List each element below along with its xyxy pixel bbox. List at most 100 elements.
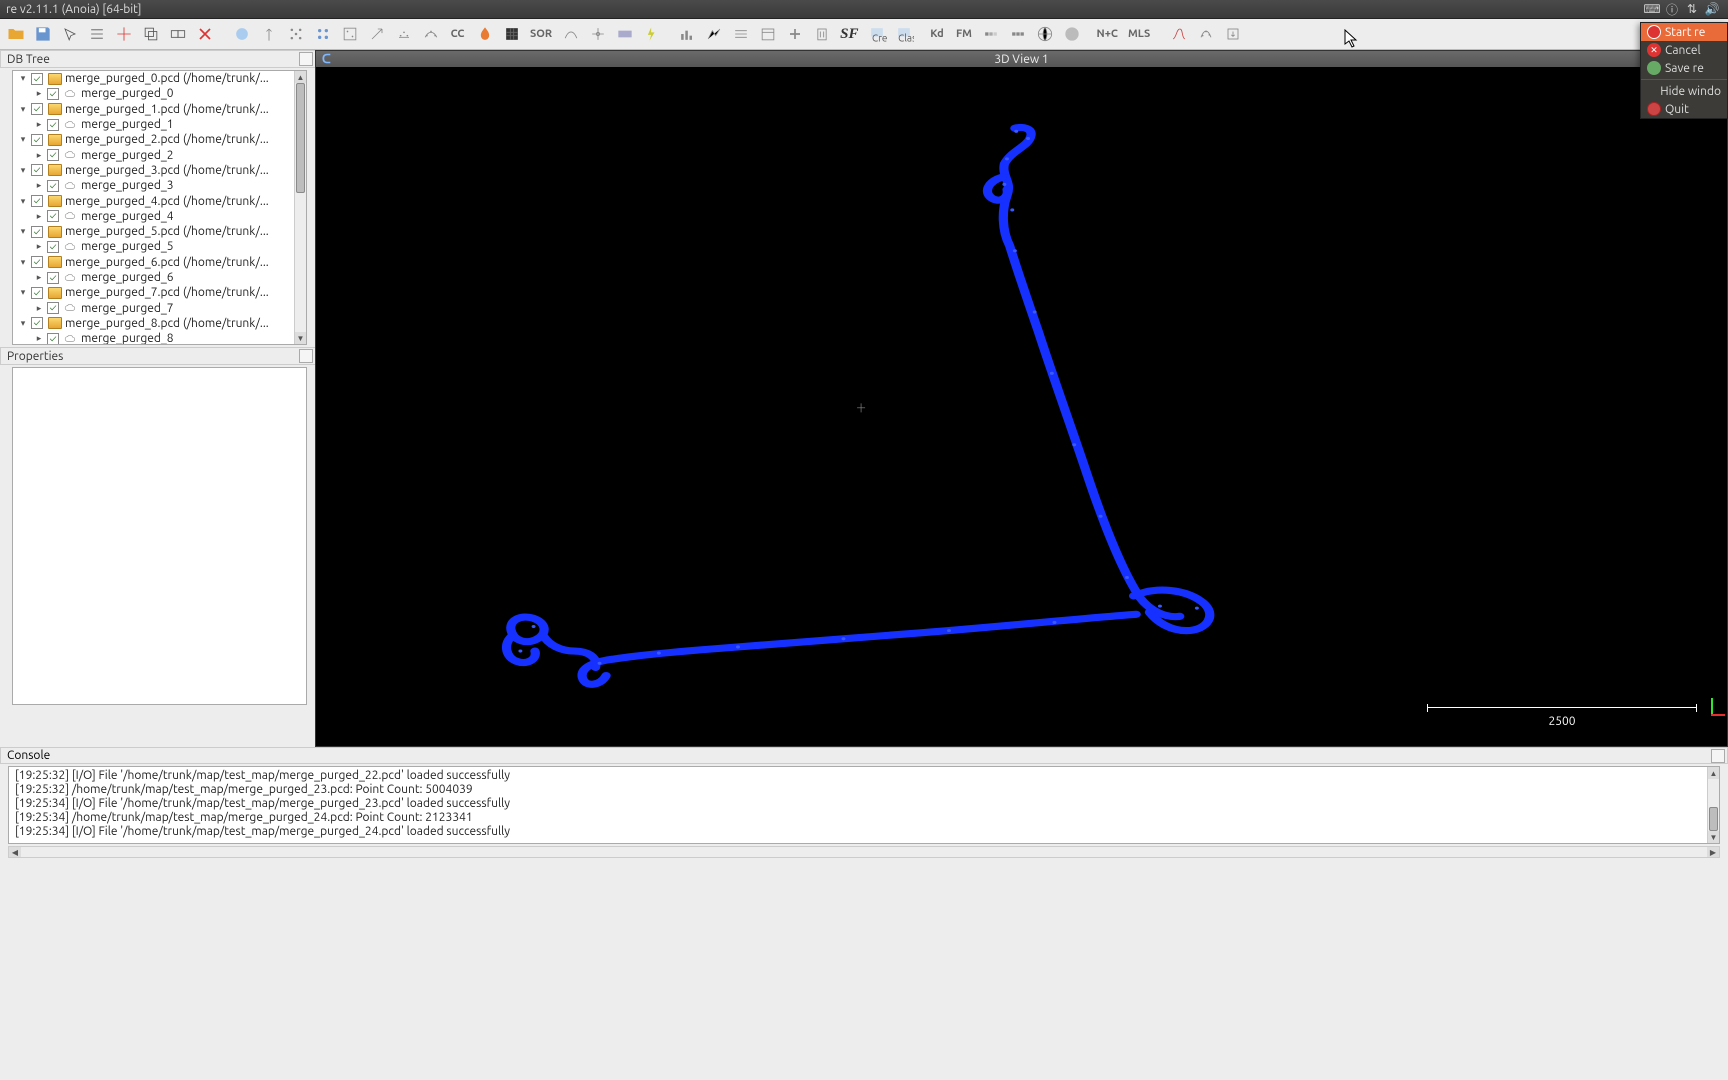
remove-icon[interactable] <box>808 21 835 48</box>
expand-icon[interactable]: ▾ <box>17 134 29 146</box>
clone-icon[interactable] <box>137 21 164 48</box>
pick-icon[interactable] <box>56 21 83 48</box>
expand-icon[interactable]: ▸ <box>33 241 45 253</box>
visibility-checkbox[interactable] <box>31 317 43 329</box>
color-icon[interactable] <box>228 21 255 48</box>
visibility-checkbox[interactable] <box>47 241 59 253</box>
menu-quit[interactable]: Quit <box>1641 100 1727 118</box>
export-icon[interactable] <box>1219 21 1246 48</box>
merge-icon[interactable] <box>164 21 191 48</box>
expand-icon[interactable]: ▾ <box>17 164 29 176</box>
visibility-checkbox[interactable] <box>31 134 43 146</box>
point-pick-icon[interactable] <box>110 21 137 48</box>
cc-button[interactable]: CC <box>444 21 471 48</box>
visibility-checkbox[interactable] <box>31 226 43 238</box>
tree-cloud-row[interactable]: ▸merge_purged_1 <box>13 117 306 132</box>
tree-cloud-row[interactable]: ▸merge_purged_0 <box>13 86 306 101</box>
tree-scrollbar[interactable]: ▲ ▼ <box>294 71 306 344</box>
3d-viewport[interactable]: + 2500 <box>315 67 1728 747</box>
fm-button[interactable]: FM <box>950 21 977 48</box>
tree-file-row[interactable]: ▾merge_purged_6.pcd (/home/trunk/... <box>13 255 306 270</box>
expand-icon[interactable]: ▾ <box>17 287 29 299</box>
scroll-up-icon[interactable]: ▲ <box>1708 767 1719 779</box>
visibility-checkbox[interactable] <box>47 272 59 284</box>
bottom-scrollbar[interactable]: ◀ ▶ <box>8 846 1720 858</box>
expand-icon[interactable]: ▾ <box>17 103 29 115</box>
histogram-icon[interactable] <box>673 21 700 48</box>
visibility-checkbox[interactable] <box>31 195 43 207</box>
console-scrollbar[interactable]: ▲ ▼ <box>1707 767 1719 843</box>
visibility-checkbox[interactable] <box>47 180 59 192</box>
unroll-icon[interactable] <box>611 21 638 48</box>
mls-button[interactable]: MLS <box>1123 21 1155 48</box>
console-panel[interactable]: [19:25:32] [I/O] File '/home/trunk/map/t… <box>8 766 1720 844</box>
view-tab[interactable]: ᑕ 3D View 1 <box>315 50 1728 67</box>
keyboard-icon[interactable]: ⌨ <box>1643 0 1661 18</box>
sample-icon[interactable] <box>309 21 336 48</box>
tree-file-row[interactable]: ▾merge_purged_4.pcd (/home/trunk/... <box>13 193 306 208</box>
subsample-icon[interactable] <box>336 21 363 48</box>
tree-cloud-row[interactable]: ▸merge_purged_7 <box>13 300 306 315</box>
visibility-checkbox[interactable] <box>31 287 43 299</box>
dbtree-popout-icon[interactable] <box>299 52 313 66</box>
grid-icon[interactable] <box>498 21 525 48</box>
visibility-checkbox[interactable] <box>47 302 59 314</box>
fit-icon[interactable] <box>557 21 584 48</box>
calendar-icon[interactable] <box>754 21 781 48</box>
save-icon[interactable] <box>29 21 56 48</box>
align-icon[interactable] <box>390 21 417 48</box>
sf-grad2-icon[interactable] <box>1004 21 1031 48</box>
sf-arith-icon[interactable] <box>700 21 727 48</box>
tree-file-row[interactable]: ▾merge_purged_0.pcd (/home/trunk/... <box>13 71 306 86</box>
tree-cloud-row[interactable]: ▸merge_purged_6 <box>13 270 306 285</box>
normals-icon[interactable] <box>255 21 282 48</box>
visibility-checkbox[interactable] <box>47 88 59 100</box>
properties-popout-icon[interactable] <box>299 349 313 363</box>
visibility-checkbox[interactable] <box>47 210 59 222</box>
visibility-checkbox[interactable] <box>47 119 59 131</box>
expand-icon[interactable]: ▾ <box>17 195 29 207</box>
console-popout-icon[interactable] <box>1711 749 1725 763</box>
scroll-down-icon[interactable]: ▼ <box>295 332 306 344</box>
info-icon[interactable]: ⓘ <box>1663 0 1681 18</box>
expand-icon[interactable]: ▸ <box>33 88 45 100</box>
canupo-classify-icon[interactable]: Classify <box>890 21 917 48</box>
tree-cloud-row[interactable]: ▸merge_purged_8 <box>13 331 306 345</box>
delete-icon[interactable] <box>191 21 218 48</box>
expand-icon[interactable]: ▸ <box>33 180 45 192</box>
sf-button[interactable]: SF <box>835 21 863 48</box>
db-tree[interactable]: ▾merge_purged_0.pcd (/home/trunk/...▸mer… <box>12 70 307 345</box>
sound-icon[interactable]: 🔊 <box>1703 0 1721 18</box>
stats-eq-icon[interactable] <box>727 21 754 48</box>
plane-icon[interactable] <box>584 21 611 48</box>
menu-cancel[interactable]: ✕Cancel <box>1641 41 1727 59</box>
updown-icon[interactable]: ⇅ <box>1683 0 1701 18</box>
visibility-checkbox[interactable] <box>47 333 59 345</box>
open-icon[interactable] <box>2 21 29 48</box>
tree-file-row[interactable]: ▾merge_purged_2.pcd (/home/trunk/... <box>13 132 306 147</box>
expand-icon[interactable]: ▸ <box>33 302 45 314</box>
canupo-create-icon[interactable]: Create <box>863 21 890 48</box>
scroll-up-icon[interactable]: ▲ <box>295 71 306 83</box>
expand-icon[interactable]: ▾ <box>17 256 29 268</box>
scroll-down-icon[interactable]: ▼ <box>1708 831 1719 843</box>
curve-icon[interactable] <box>1165 21 1192 48</box>
sf-grad-icon[interactable] <box>977 21 1004 48</box>
expand-icon[interactable]: ▾ <box>17 73 29 85</box>
globe-icon[interactable] <box>1031 21 1058 48</box>
tree-cloud-row[interactable]: ▸merge_purged_3 <box>13 178 306 193</box>
tree-cloud-row[interactable]: ▸merge_purged_5 <box>13 239 306 254</box>
tree-file-row[interactable]: ▾merge_purged_3.pcd (/home/trunk/... <box>13 163 306 178</box>
nc-button[interactable]: N+C <box>1091 21 1122 48</box>
menu-save-recording[interactable]: Save re <box>1641 59 1727 77</box>
add-icon[interactable] <box>781 21 808 48</box>
octree-icon[interactable] <box>282 21 309 48</box>
visibility-checkbox[interactable] <box>31 164 43 176</box>
kd-button[interactable]: Kd <box>923 21 950 48</box>
sor-button[interactable]: SOR <box>525 21 557 48</box>
list-icon[interactable] <box>83 21 110 48</box>
menu-hide-window[interactable]: Hide windo <box>1641 82 1727 100</box>
tree-file-row[interactable]: ▾merge_purged_7.pcd (/home/trunk/... <box>13 285 306 300</box>
expand-icon[interactable]: ▸ <box>33 149 45 161</box>
expand-icon[interactable]: ▸ <box>33 333 45 345</box>
